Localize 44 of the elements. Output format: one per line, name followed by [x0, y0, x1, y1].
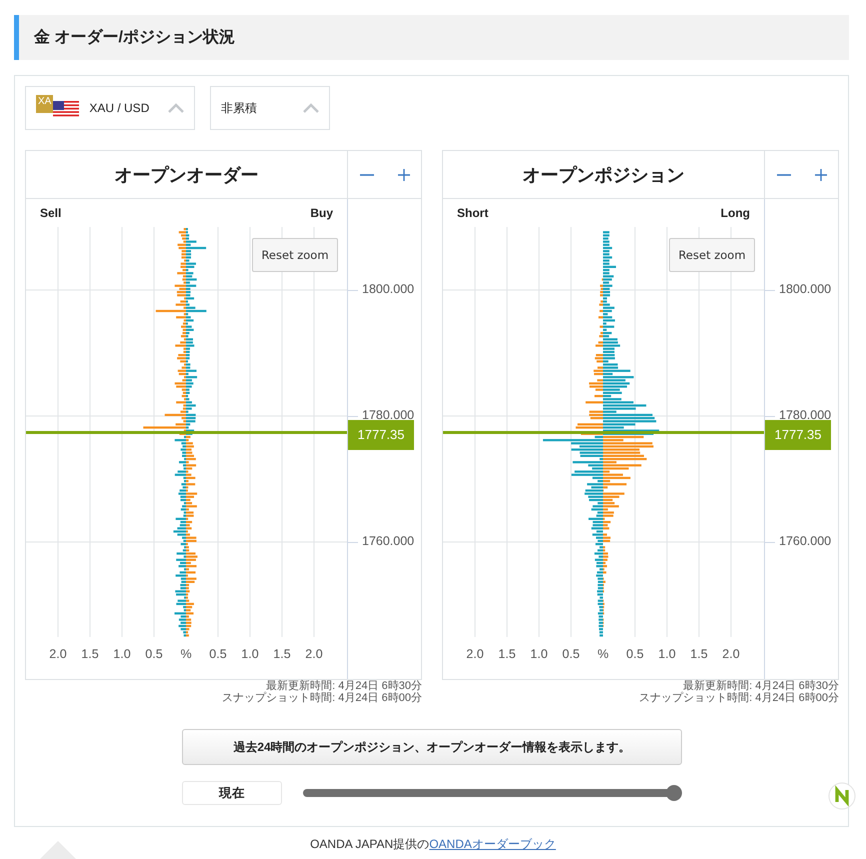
chart-title: オープンポジション	[443, 151, 764, 199]
side-label: Sell	[40, 206, 62, 220]
dropdown[interactable]: 非累積	[210, 86, 330, 130]
price-tick-label: 1800.000	[779, 282, 832, 296]
current-price-tag: 1777.35	[765, 420, 831, 450]
axis-tick-label: 1.0	[241, 647, 259, 661]
history-button[interactable]: 過去24時間のオープンポジション、オープンオーダー情報を表示します。	[182, 729, 682, 765]
chart-title: オープンオーダー	[26, 151, 347, 199]
axis-tick-label: %	[597, 647, 609, 661]
price-tick-label: 1760.000	[362, 534, 414, 548]
snapshot-time: スナップショット時間: 4月24日 6時00分	[638, 692, 839, 704]
reset-zoom-button[interactable]: Reset zoom	[669, 238, 755, 272]
axis-tick-label: 2.0	[466, 647, 484, 661]
axis-tick-label: 1.5	[81, 647, 99, 661]
axis-tick-label: 2.0	[305, 647, 323, 661]
side-label: Buy	[310, 206, 333, 220]
snapshot-time: スナップショット時間: 4月24日 6時00分	[221, 692, 422, 704]
axis-tick-label: 1.5	[690, 647, 708, 661]
axis-tick-label: 1.0	[530, 647, 548, 661]
axis-tick-label: 2.0	[49, 647, 67, 661]
axis-tick-label: 1.5	[498, 647, 516, 661]
axis-tick-label: 0.5	[562, 647, 580, 661]
side-label: Short	[457, 206, 488, 220]
axis-tick-label: 0.5	[626, 647, 644, 661]
axis-tick-label: %	[180, 647, 192, 661]
dropdown[interactable]: XA XAU / USD	[25, 86, 195, 130]
time-label: 現在	[182, 781, 282, 805]
update-time: 最新更新時間: 4月24日 6時30分	[266, 680, 422, 692]
update-time: 最新更新時間: 4月24日 6時30分	[683, 680, 839, 692]
section-title: 金 オーダー/ポジション状況	[34, 28, 235, 48]
current-price-tag: 1777.35	[348, 420, 414, 450]
axis-tick-label: 1.0	[658, 647, 676, 661]
axis-tick-label: 0.5	[145, 647, 163, 661]
side-label: Long	[720, 206, 750, 220]
reset-zoom-button[interactable]: Reset zoom	[252, 238, 338, 272]
axis-tick-label: 1.5	[273, 647, 291, 661]
price-tick-label: 1760.000	[779, 534, 832, 548]
credit-text: OANDA JAPAN提供のOANDAオーダーブック	[310, 837, 556, 851]
axis-tick-label: 1.0	[113, 647, 131, 661]
axis-tick-label: 2.0	[722, 647, 740, 661]
currency-badge: XA	[36, 95, 54, 113]
orderbook-link[interactable]: OANDAオーダーブック	[429, 837, 556, 851]
axis-tick-label: 0.5	[209, 647, 227, 661]
price-tick-label: 1800.000	[362, 282, 414, 296]
